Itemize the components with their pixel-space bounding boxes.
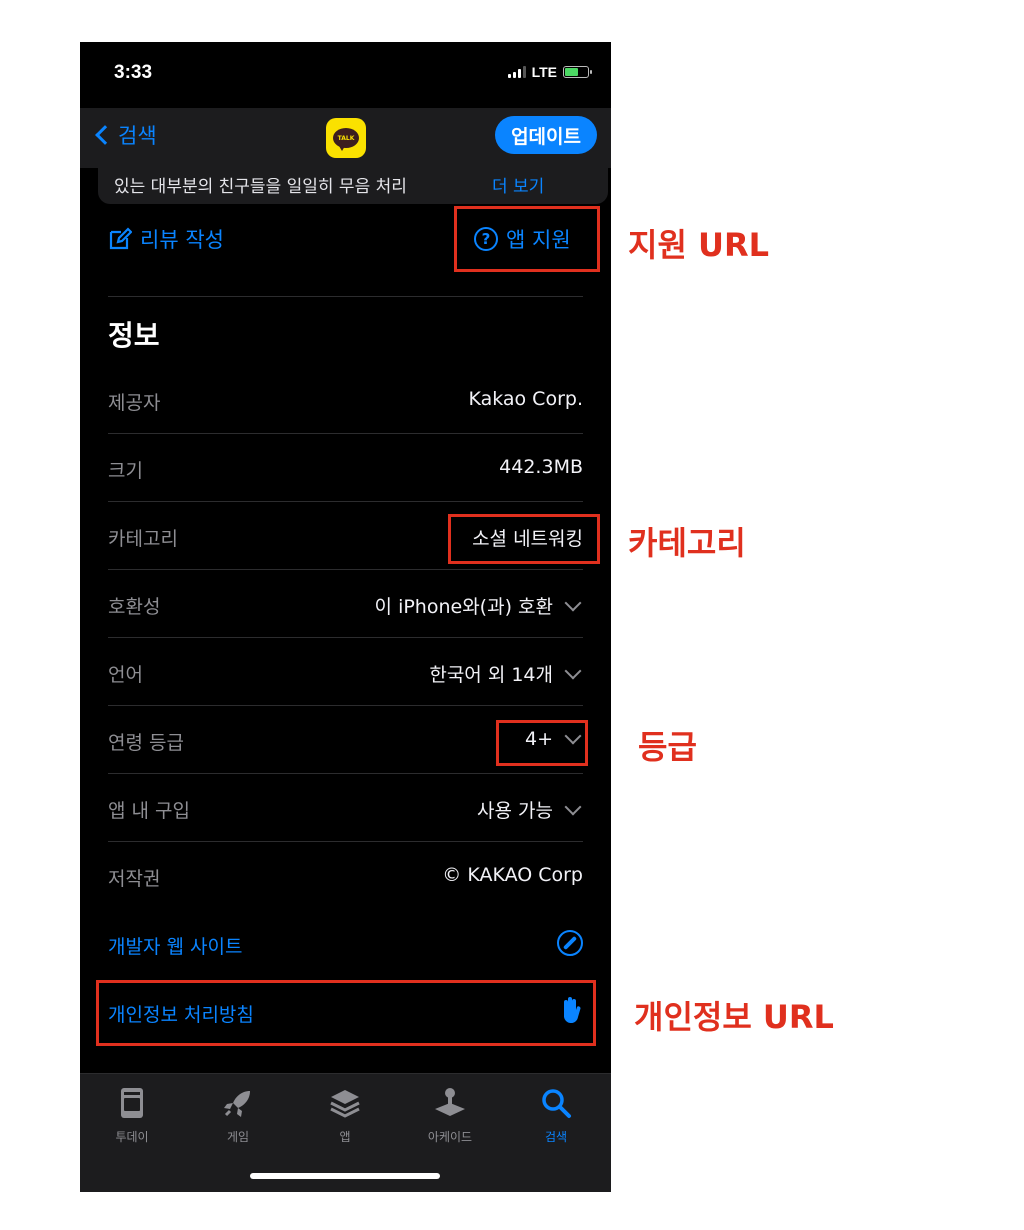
back-button[interactable]: 검색 (92, 120, 157, 150)
tab-apps[interactable]: 앱 (305, 1084, 385, 1145)
info-label: 크기 (108, 460, 143, 482)
annotation-box-rating (496, 720, 588, 766)
annotation-label-category: 카테고리 (628, 524, 746, 562)
info-value: © KAKAO Corp (442, 864, 583, 886)
info-label: 카테고리 (108, 528, 178, 550)
update-button[interactable]: 업데이트 (495, 116, 597, 154)
chevron-down-icon (564, 662, 582, 679)
tab-games[interactable]: 게임 (198, 1084, 278, 1145)
annotation-box-support (454, 206, 600, 272)
chevron-down-icon (564, 798, 582, 815)
joystick-icon (410, 1084, 490, 1122)
status-time: 3:33 (114, 62, 153, 83)
info-value: 442.3MB (499, 456, 583, 478)
app-icon: TALK (326, 118, 366, 158)
info-title: 정보 (108, 319, 160, 352)
description-card: 있는 대부분의 친구들을 일일히 무음 처리 더 보기 (98, 168, 608, 204)
info-value: 한국어 외 14개 (429, 660, 583, 687)
chevron-left-icon (95, 125, 115, 145)
app-icon-text: TALK (333, 128, 359, 151)
info-value: 사용 가능 (477, 796, 583, 823)
compass-icon (557, 930, 583, 956)
info-value: Kakao Corp. (468, 388, 583, 410)
rocket-icon (198, 1084, 278, 1122)
developer-website-label: 개발자 웹 사이트 (108, 936, 243, 958)
today-icon (92, 1084, 172, 1122)
info-label: 호환성 (108, 596, 161, 618)
developer-website-link[interactable]: 개발자 웹 사이트 (108, 910, 583, 978)
info-row-provider: 제공자 Kakao Corp. (108, 366, 583, 434)
tab-today[interactable]: 투데이 (92, 1084, 172, 1145)
write-review-button[interactable]: 리뷰 작성 (108, 224, 224, 254)
back-label: 검색 (118, 124, 157, 148)
tab-label: 게임 (226, 1130, 250, 1144)
edit-icon (109, 227, 132, 250)
annotation-box-privacy (96, 980, 596, 1046)
info-row-in-app-purchase[interactable]: 앱 내 구입 사용 가능 (108, 774, 583, 842)
home-indicator (250, 1173, 440, 1179)
layers-icon (305, 1084, 385, 1122)
annotation-box-category (448, 514, 600, 564)
tab-search[interactable]: 검색 (516, 1084, 596, 1145)
tab-label: 투데이 (115, 1130, 149, 1144)
info-row-size: 크기 442.3MB (108, 434, 583, 502)
divider (108, 296, 583, 297)
tab-label: 아케이드 (427, 1130, 473, 1144)
search-icon (516, 1084, 596, 1122)
status-bar-right: LTE (507, 64, 592, 80)
info-row-language[interactable]: 언어 한국어 외 14개 (108, 638, 583, 706)
tab-arcade[interactable]: 아케이드 (410, 1084, 490, 1145)
signal-icon (507, 66, 526, 78)
nav-bar: 검색 TALK 업데이트 (80, 108, 611, 168)
info-label: 연령 등급 (108, 732, 184, 754)
review-label: 리뷰 작성 (140, 228, 224, 252)
annotation-label-support: 지원 URL (628, 226, 770, 264)
tab-label: 앱 (339, 1130, 351, 1144)
description-text: 있는 대부분의 친구들을 일일히 무음 처리 (114, 177, 407, 197)
annotation-label-rating: 등급 (638, 728, 697, 766)
info-value: 이 iPhone와(과) 호환 (375, 592, 583, 619)
more-link[interactable]: 더 보기 (492, 172, 544, 197)
info-label: 언어 (108, 664, 143, 686)
info-label: 제공자 (108, 392, 161, 414)
annotation-label-privacy: 개인정보 URL (634, 998, 834, 1036)
battery-icon (563, 66, 592, 78)
info-label: 저작권 (108, 868, 161, 890)
info-row-compatibility[interactable]: 호환성 이 iPhone와(과) 호환 (108, 570, 583, 638)
chevron-down-icon (564, 594, 582, 611)
tab-label: 검색 (544, 1130, 568, 1144)
info-row-copyright: 저작권 © KAKAO Corp (108, 842, 583, 910)
info-label: 앱 내 구입 (108, 800, 190, 822)
network-label: LTE (531, 64, 557, 80)
